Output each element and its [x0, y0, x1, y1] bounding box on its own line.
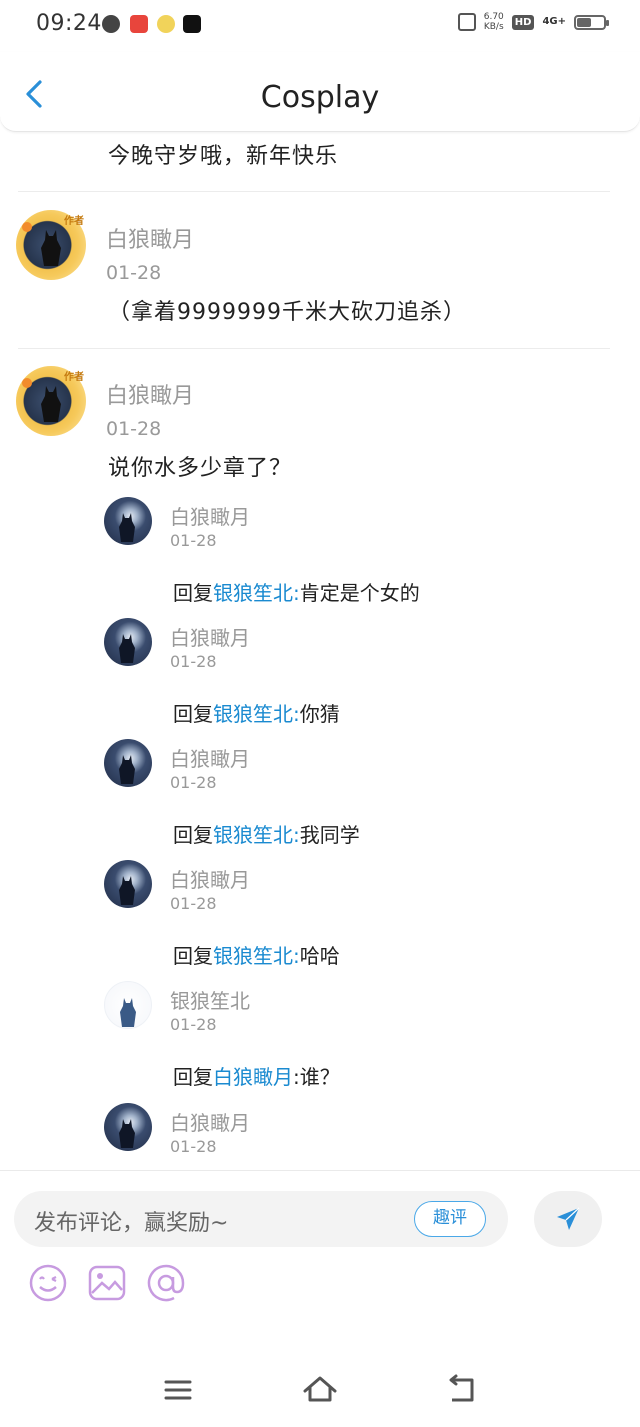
send-icon: [557, 1207, 580, 1230]
reply-item: 白狼瞰月 01-28 回复银狼笙北:你猜: [0, 618, 640, 739]
comment-text: 今晚守岁哦，新年快乐: [108, 144, 339, 169]
balloon-icon: [22, 222, 32, 232]
wolf-icon: [119, 755, 135, 784]
wolf-icon: [120, 998, 136, 1027]
battery-icon: [574, 14, 609, 30]
reply-text: 回复银狼笙北:你猜: [173, 702, 340, 726]
status-time: 09:24: [36, 11, 102, 36]
balloon-icon: [22, 378, 32, 388]
vibrate-icon: [457, 13, 476, 31]
wolf-icon: [119, 634, 135, 663]
comment-list[interactable]: 今晚守岁哦，新年快乐 作者 白狼瞰月 01-28 （拿着9999999千米大砍刀…: [0, 133, 640, 1170]
reply-text: 回复银狼笙北:肯定是个女的: [173, 581, 420, 605]
comment-text: （拿着9999999千米大砍刀追杀）: [108, 300, 466, 325]
avatar[interactable]: [104, 860, 152, 908]
reply-item: 白狼瞰月 01-28 回复银狼笙北:肯定是个女的: [0, 497, 640, 618]
net-speed: 6.70 KB/s: [483, 12, 504, 32]
avatar[interactable]: [104, 497, 152, 545]
comment-text: 说你水多少章了？: [108, 456, 293, 481]
quping-button[interactable]: 趣评: [414, 1201, 486, 1237]
image-icon[interactable]: [87, 1263, 127, 1303]
wolf-icon: [119, 1119, 135, 1148]
avatar[interactable]: [104, 981, 152, 1029]
reply-item: 银狼笙北 01-28 回复白狼瞰月:谁？: [0, 981, 640, 1102]
mention-link[interactable]: 银狼笙北: [213, 581, 293, 605]
reply-author[interactable]: 白狼瞰月: [170, 501, 250, 530]
comment-author[interactable]: 白狼瞰月: [106, 222, 194, 254]
system-nav-bar: [0, 1352, 640, 1427]
wolf-icon: [41, 386, 61, 422]
page-title: Cosplay: [260, 80, 380, 115]
avatar[interactable]: 作者: [16, 210, 86, 280]
comment-item: 作者 白狼瞰月 01-28 说你水多少章了？: [0, 366, 640, 496]
avatar[interactable]: [104, 618, 152, 666]
comment-placeholder: 发布评论，赢奖励~: [34, 1211, 229, 1236]
comment-date: 01-28: [106, 262, 162, 284]
tiktok-icon: [183, 15, 201, 33]
avatar[interactable]: [104, 739, 152, 787]
reply-author[interactable]: 白狼瞰月: [170, 622, 250, 651]
app-notification-icon: [130, 15, 148, 33]
reply-date: 01-28: [170, 652, 217, 671]
comment-date: 01-28: [106, 418, 162, 440]
at-icon[interactable]: [146, 1263, 186, 1303]
reply-date: 01-28: [170, 531, 217, 550]
reply-date: 01-28: [170, 1137, 217, 1156]
reply-date: 01-28: [170, 894, 217, 913]
reply-text: 回复银狼笙北:我同学: [173, 823, 360, 847]
reply-author[interactable]: 白狼瞰月: [170, 1107, 250, 1136]
reply-author[interactable]: 白狼瞰月: [170, 743, 250, 772]
comment-item: 作者 白狼瞰月 01-28 （拿着9999999千米大砍刀追杀）: [0, 210, 640, 340]
reply-text: 回复银狼笙北:哈哈: [173, 944, 340, 968]
comment-bar: 发布评论，赢奖励~ 趣评: [0, 1170, 640, 1352]
comment-input[interactable]: 发布评论，赢奖励~ 趣评: [14, 1191, 508, 1247]
divider: [18, 191, 610, 192]
send-button[interactable]: [534, 1191, 602, 1247]
reply-item: 白狼瞰月 01-28: [0, 1103, 640, 1170]
wolf-icon: [119, 513, 135, 542]
status-right: 6.70 KB/s HD 4G+: [457, 12, 609, 32]
reply-date: 01-28: [170, 773, 217, 792]
top-bar: Cosplay: [0, 52, 640, 132]
mention-link[interactable]: 银狼笙北: [213, 944, 293, 968]
author-badge: 作者: [64, 216, 84, 227]
author-badge: 作者: [64, 372, 84, 383]
home-icon[interactable]: [300, 1370, 340, 1410]
reply-date: 01-28: [170, 1015, 217, 1034]
reply-item: 白狼瞰月 01-28 回复银狼笙北:我同学: [0, 739, 640, 860]
mention-link[interactable]: 银狼笙北: [213, 823, 293, 847]
reply-author[interactable]: 白狼瞰月: [170, 864, 250, 893]
reply-item: 白狼瞰月 01-28 回复银狼笙北:哈哈: [0, 860, 640, 981]
status-bar: 09:24 6.70 KB/s HD 4G+: [0, 0, 640, 52]
emoji-icon[interactable]: [28, 1263, 68, 1303]
app-notification-icon: [157, 15, 175, 33]
divider: [18, 348, 610, 349]
network-indicator: 4G+: [542, 16, 566, 27]
avatar[interactable]: [104, 1103, 152, 1151]
mention-link[interactable]: 银狼笙北: [213, 702, 293, 726]
wolf-icon: [41, 230, 61, 266]
hd-badge: HD: [511, 14, 535, 30]
comment-author[interactable]: 白狼瞰月: [106, 378, 194, 410]
menu-icon[interactable]: [158, 1370, 198, 1410]
mention-link[interactable]: 白狼瞰月: [213, 1065, 293, 1089]
avatar[interactable]: 作者: [16, 366, 86, 436]
back-icon[interactable]: [442, 1370, 482, 1410]
wolf-icon: [119, 876, 135, 905]
reply-author[interactable]: 银狼笙北: [170, 985, 250, 1014]
reply-text: 回复白狼瞰月:谁？: [173, 1065, 340, 1089]
globe-icon: [102, 15, 120, 33]
